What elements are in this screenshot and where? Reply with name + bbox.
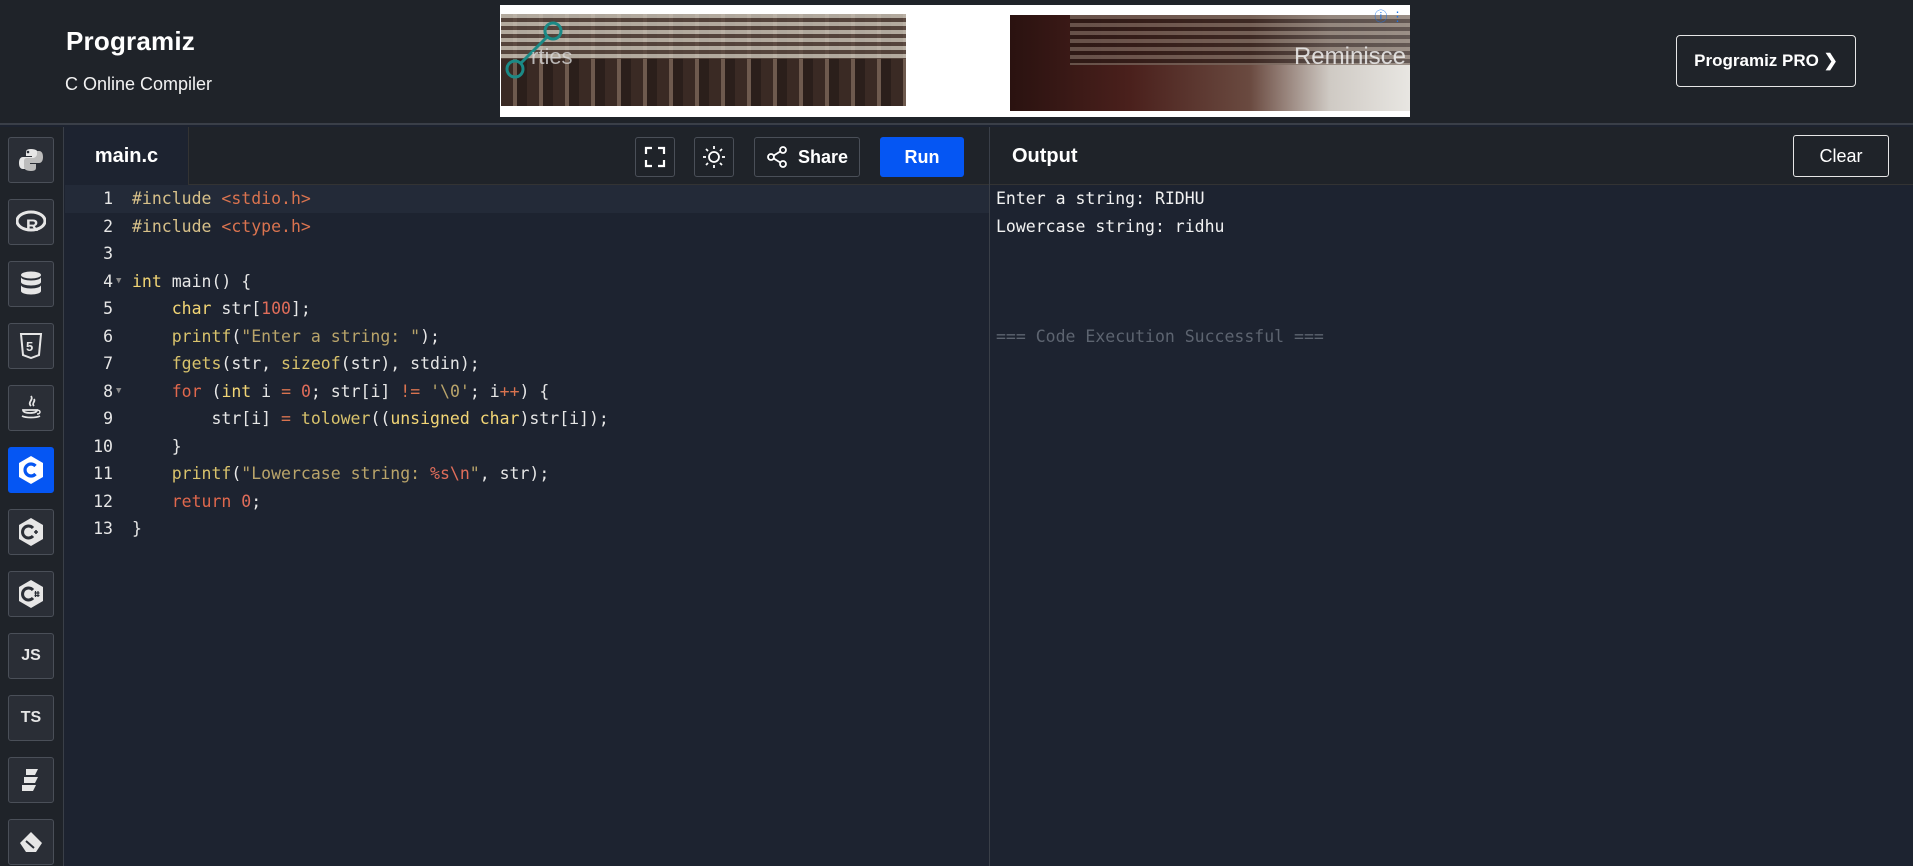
share-icon (767, 146, 787, 168)
html5-icon[interactable]: 5 (8, 323, 54, 369)
fold-arrow-icon[interactable]: ▼ (116, 268, 121, 296)
ad-text-left: rties (531, 44, 573, 69)
line-number: 13 (93, 519, 113, 538)
fullscreen-icon (644, 146, 666, 168)
csharp-icon[interactable] (8, 571, 54, 617)
code-line[interactable]: 2 #include <ctype.h> (65, 213, 990, 241)
code-line[interactable]: 12 return 0; (65, 488, 990, 516)
code-text: printf("Lowercase string: %s\n", str); (171, 464, 550, 483)
svg-text:5: 5 (26, 339, 33, 354)
ad-info-icon[interactable]: ⓘ ⋮ (1374, 6, 1404, 25)
advertisement-banner[interactable]: rties Reminisce ⓘ ⋮ (500, 5, 1410, 117)
line-number: 6 (103, 326, 113, 346)
code-text: for (int i = 0; str[i] != '\0'; i++) { (171, 381, 550, 401)
share-label: Share (797, 146, 849, 167)
execution-status: === Code Execution Successful === (996, 326, 1324, 346)
go-icon[interactable] (8, 757, 54, 803)
output-line: Enter a string: RIDHU (996, 189, 1205, 208)
line-number: 5 (103, 299, 113, 318)
ad-text-right: Reminisce (1293, 43, 1406, 70)
output-line: Lowercase string: ridhu (996, 216, 1225, 236)
clear-button[interactable]: Clear (1793, 135, 1889, 177)
javascript-icon[interactable]: JS (8, 633, 54, 679)
code-text: fgets(str, sizeof(str), stdin); (171, 354, 480, 373)
code-text: str[i] = tolower((unsigned char)str[i]); (132, 409, 609, 428)
ad-image-right[interactable]: Reminisce (1010, 15, 1410, 111)
code-line[interactable]: 10 } (65, 433, 990, 461)
code-line[interactable]: 1 #include <stdio.h> (65, 185, 990, 213)
programiz-pro-button[interactable]: Programiz PRO ❯ (1676, 35, 1856, 87)
sun-icon (703, 146, 725, 168)
line-number: 7 (103, 354, 113, 373)
line-number: 8 (103, 381, 113, 401)
code-text: #include <ctype.h> (132, 216, 311, 236)
ad-image-left[interactable]: rties (501, 14, 906, 106)
fold-arrow-icon[interactable]: ▼ (116, 378, 121, 406)
typescript-icon[interactable]: TS (8, 695, 54, 741)
swift-icon[interactable] (8, 819, 54, 865)
code-text: } (132, 519, 142, 538)
code-text: char str[100]; (171, 299, 311, 318)
language-sidebar: R 5 JS TS (0, 127, 64, 866)
code-text: #include <stdio.h> (132, 189, 311, 208)
share-button[interactable]: Share (754, 137, 860, 177)
fullscreen-button[interactable] (635, 137, 675, 177)
line-number: 10 (93, 436, 113, 456)
code-line[interactable]: 11 printf("Lowercase string: %s\n", str)… (65, 460, 990, 488)
line-number: 11 (93, 464, 113, 483)
code-line[interactable]: 4 ▼ int main() { (65, 268, 990, 296)
output-toolbar: Output Clear (990, 127, 1913, 185)
output-panel[interactable]: Enter a string: RIDHU Lowercase string: … (990, 185, 1913, 866)
line-number: 12 (93, 491, 113, 511)
code-editor[interactable]: 1 #include <stdio.h> 2 #include <ctype.h… (65, 185, 990, 866)
code-text: int main() { (132, 271, 252, 291)
code-line[interactable]: 8 ▼ for (int i = 0; str[i] != '\0'; i++)… (65, 378, 990, 406)
code-line[interactable]: 3 (65, 240, 990, 268)
cpp-icon[interactable] (8, 509, 54, 555)
line-number: 3 (103, 244, 113, 263)
top-bar: Programiz C Online Compiler rties Remini… (0, 0, 1913, 125)
code-line[interactable]: 9 str[i] = tolower((unsigned char)str[i]… (65, 405, 990, 433)
file-tab-main-c[interactable]: main.c (65, 127, 189, 185)
line-number: 1 (103, 189, 113, 208)
code-line[interactable]: 6 printf("Enter a string: "); (65, 323, 990, 351)
sidebar-item-label: TS (20, 709, 42, 726)
line-number: 9 (103, 409, 113, 428)
c-language-icon[interactable] (8, 447, 54, 493)
line-number: 4 (103, 271, 113, 291)
python-icon[interactable] (8, 137, 54, 183)
r-language-icon[interactable]: R (8, 199, 54, 245)
code-text: return 0; (171, 491, 262, 511)
code-text: } (132, 436, 182, 456)
page-subtitle: C Online Compiler (65, 74, 213, 94)
svg-text:R: R (26, 216, 38, 234)
sidebar-item-label: JS (21, 647, 41, 664)
code-line[interactable]: 5 char str[100]; (65, 295, 990, 323)
theme-toggle-button[interactable] (694, 137, 734, 177)
line-number: 2 (103, 216, 113, 236)
programiz-logo[interactable]: Programiz (66, 26, 195, 57)
run-button[interactable]: Run (880, 137, 964, 177)
editor-toolbar: main.c Share Run (65, 127, 990, 185)
code-line[interactable]: 7 fgets(str, sizeof(str), stdin); (65, 350, 990, 378)
output-title: Output (1012, 145, 1078, 167)
database-icon[interactable] (8, 261, 54, 307)
java-icon[interactable] (8, 385, 54, 431)
code-text: printf("Enter a string: "); (171, 326, 440, 346)
code-line[interactable]: 13 } (65, 515, 990, 543)
